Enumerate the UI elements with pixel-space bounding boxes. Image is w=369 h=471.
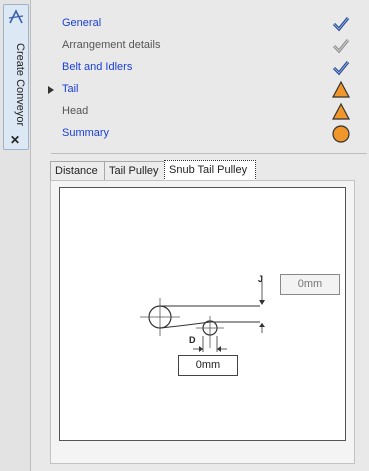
tab-content: J 0mm D 0mm <box>50 180 355 464</box>
step-head[interactable]: Head <box>31 101 369 123</box>
autocad-a-icon <box>8 9 24 28</box>
step-label: Tail <box>62 83 79 95</box>
step-label: Arrangement details <box>62 39 161 51</box>
section-divider <box>51 153 367 154</box>
create-conveyor-tab[interactable]: Create Conveyor ✕ <box>3 4 29 150</box>
check-icon <box>331 14 351 34</box>
tab-distance[interactable]: Distance <box>50 161 106 180</box>
warning-triangle-icon <box>331 80 351 100</box>
tab-snub-tail-pulley[interactable]: Snub Tail Pulley <box>164 160 256 181</box>
side-tab-title: Create Conveyor <box>14 43 26 127</box>
tab-tail-pulley[interactable]: Tail Pulley <box>104 161 169 180</box>
warning-triangle-icon <box>331 102 351 122</box>
pulley-schematic <box>140 281 265 352</box>
check-icon <box>331 36 351 56</box>
step-label: Summary <box>62 127 110 139</box>
snub-pulley-diagram: J 0mm D 0mm <box>59 187 346 441</box>
check-icon <box>331 58 351 78</box>
dimension-d-label: D <box>189 335 196 345</box>
step-summary[interactable]: Summary <box>31 123 369 145</box>
step-arrangement-details[interactable]: Arrangement details <box>31 35 369 57</box>
current-step-arrow-icon <box>48 86 54 94</box>
dimension-j-value-field[interactable]: 0mm <box>280 274 340 295</box>
side-dock-tab: Create Conveyor ✕ <box>0 0 31 471</box>
step-label: Belt and Idlers <box>62 61 133 73</box>
dimension-d-value-field[interactable]: 0mm <box>178 355 238 376</box>
close-icon[interactable]: ✕ <box>10 133 20 147</box>
wizard-panel: General Arrangement details Belt and Idl… <box>31 0 369 471</box>
step-label: General <box>62 17 102 29</box>
step-belt-and-idlers[interactable]: Belt and Idlers <box>31 57 369 79</box>
step-tail[interactable]: Tail <box>31 79 369 101</box>
step-general[interactable]: General <box>31 13 369 35</box>
dimension-j-label: J <box>258 274 264 284</box>
step-label: Head <box>62 105 89 117</box>
status-circle-icon <box>331 124 351 144</box>
